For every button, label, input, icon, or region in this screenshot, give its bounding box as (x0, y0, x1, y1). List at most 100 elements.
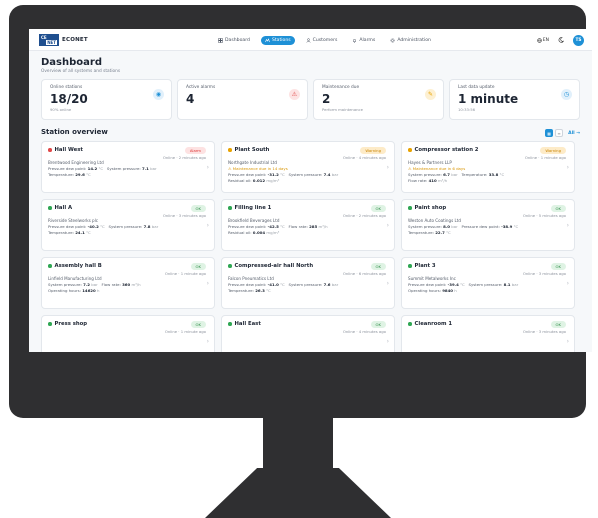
chevron-right-icon[interactable]: › (207, 338, 209, 345)
nav-administration[interactable]: Administration (386, 36, 435, 45)
metric-value: 0.012 (252, 178, 266, 183)
status-badge: OK (370, 321, 386, 328)
all-link[interactable]: All → (568, 131, 580, 136)
stat-active-alarms[interactable]: Active alarms 4 ⚠ (177, 79, 308, 120)
metric-value: 0.004 (252, 230, 266, 235)
page-title: Dashboard (41, 57, 102, 68)
chevron-right-icon[interactable]: › (387, 164, 389, 171)
customer-name: Summit Metalworks Inc (408, 276, 456, 281)
metric-line: System pressure: 6.7 bar Temperature: 33… (408, 172, 568, 177)
station-card[interactable]: Plant 3 OK Online · 3 minutes ago Summit Me… (401, 257, 575, 309)
online-status: Online · 3 minutes ago (522, 329, 566, 334)
chevron-right-icon[interactable]: › (567, 338, 569, 345)
metric-value: 410 (428, 178, 437, 183)
metric-unit: h (454, 288, 457, 293)
customer-name: Riverside Steelworks plc (48, 218, 99, 223)
station-name-row: Filling line 1 (228, 205, 388, 211)
metric-value: -42.5 (267, 224, 279, 229)
station-card[interactable]: Hall East OK Online · 4 minutes ago › (221, 315, 395, 352)
station-card[interactable]: Compressor station 2 Warning Online · 1 mi… (401, 141, 575, 193)
metric-line: Temperature: 26.3 °C (228, 288, 388, 293)
metric-value: 22.7 (435, 230, 445, 235)
status-badge: OK (550, 263, 566, 270)
top-nav: CE NET ECONET Dashboard Stations Custome… (29, 29, 592, 51)
metric-label: Pressure dew point: (408, 282, 447, 287)
chevron-right-icon[interactable]: › (567, 280, 569, 287)
chevron-right-icon[interactable]: › (387, 280, 389, 287)
metric-value: -38.9 (501, 224, 513, 229)
station-card[interactable]: Cleanroom 1 OK Online · 3 minutes ago › (401, 315, 575, 352)
metric-line: Temperature: 22.7 °C (408, 230, 568, 235)
app-name: ECONET (62, 36, 88, 43)
stat-maintenance-due[interactable]: Maintenance due 2 Perform maintenance ✎ (313, 79, 444, 120)
nav-customers[interactable]: Customers (302, 36, 342, 45)
chevron-right-icon[interactable]: › (387, 222, 389, 229)
station-name: Paint shop (414, 205, 447, 211)
online-status: Online · 1 minute ago (524, 155, 566, 160)
status-badge: Warning (540, 147, 566, 154)
chevron-right-icon[interactable]: › (207, 222, 209, 229)
nav-dashboard[interactable]: Dashboard (214, 36, 254, 45)
grid-view-icon[interactable]: ▦ (545, 129, 554, 137)
customers-icon (306, 37, 311, 43)
station-card[interactable]: Plant South Warning Online · 4 minutes ago… (221, 141, 395, 193)
metric-label: Flow rate: (408, 178, 428, 183)
customer-name: Linfield Manufacturing Ltd (48, 276, 102, 281)
metric-unit: bar (451, 172, 458, 177)
station-card[interactable]: Paint shop OK Online · 5 minutes ago Weston… (401, 199, 575, 251)
stat-last-update[interactable]: Last data update 1 minute 10:33:56 ◷ (449, 79, 580, 120)
stat-sub: 10:33:56 (458, 107, 476, 112)
chevron-right-icon[interactable]: › (567, 222, 569, 229)
chevron-right-icon[interactable]: › (207, 164, 209, 171)
status-dot (408, 264, 412, 268)
metric-label: Flow rate: (288, 224, 308, 229)
stat-value: 2 (322, 92, 331, 106)
status-dot (228, 264, 232, 268)
metric-value: 7.8 (143, 224, 151, 229)
metric-value: 8.1 (503, 282, 511, 287)
gear-icon (390, 37, 395, 43)
metric-line: Residual oil: 0.012 mg/m³ (228, 178, 388, 183)
metric-line: Pressure dew point: -31.2 °C System pres… (228, 172, 388, 177)
chevron-right-icon[interactable]: › (567, 164, 569, 171)
status-badge: Alarm (184, 147, 206, 154)
status-dot (408, 148, 412, 152)
station-card[interactable]: Compressed-air hall North OK Online · 6 mi… (221, 257, 395, 309)
chevron-right-icon[interactable]: › (207, 280, 209, 287)
moon-icon[interactable] (558, 37, 564, 43)
clock-icon: ◷ (561, 89, 572, 100)
metric-value: 33.8 (488, 172, 499, 177)
station-name: Cleanroom 1 (414, 321, 453, 327)
list-view-icon[interactable]: ≡ (555, 129, 564, 137)
station-card[interactable]: Assembly hall B OK Online · 1 minute ago Li… (41, 257, 215, 309)
nav-alarms[interactable]: Alarms (348, 36, 379, 45)
status-badge: OK (370, 263, 386, 270)
chevron-right-icon[interactable]: › (387, 338, 389, 345)
section-title: Station overview (41, 128, 108, 136)
metric-line: Residual oil: 0.004 mg/m³ (228, 230, 388, 235)
station-name-row: Press shop (48, 321, 208, 327)
language-switch[interactable]: EN (537, 38, 549, 43)
station-overview-header: Station overview ▦ ≡ All → (29, 120, 592, 137)
customer-name: Brookfield Beverages Ltd (228, 218, 280, 223)
metric-unit: °C (460, 282, 465, 287)
station-card[interactable]: Filling line 1 OK Online · 2 minutes ago Br… (221, 199, 395, 251)
app-logo[interactable]: CE NET ECONET (39, 33, 88, 46)
stat-sub: Perform maintenance (322, 107, 363, 112)
stat-online-stations[interactable]: Online stations 18/20 90% online ◉ (41, 79, 172, 120)
metric-unit: bar (151, 224, 159, 229)
station-card[interactable]: Hall West Alarm Online · 2 minutes ago Bren… (41, 141, 215, 193)
station-card[interactable]: Hall A OK Online · 3 minutes ago Riverside … (41, 199, 215, 251)
nav-stations[interactable]: Stations (260, 35, 295, 45)
metric-value: 7.6 (323, 282, 331, 287)
avatar[interactable]: TS (573, 34, 584, 46)
metric-label: Residual oil: (228, 230, 252, 235)
station-name-row: Hall A (48, 205, 208, 211)
metric-unit: m³/h (318, 224, 328, 229)
status-dot (228, 206, 232, 210)
metric-unit: °C (513, 224, 519, 229)
station-card[interactable]: Press shop OK Online · 1 minute ago › (41, 315, 215, 352)
metric-label: Operating hours: (408, 288, 441, 293)
customer-name: Falcon Pneumatics Ltd (228, 276, 274, 281)
metric-line: Operating hours: 14620 h (48, 288, 208, 293)
